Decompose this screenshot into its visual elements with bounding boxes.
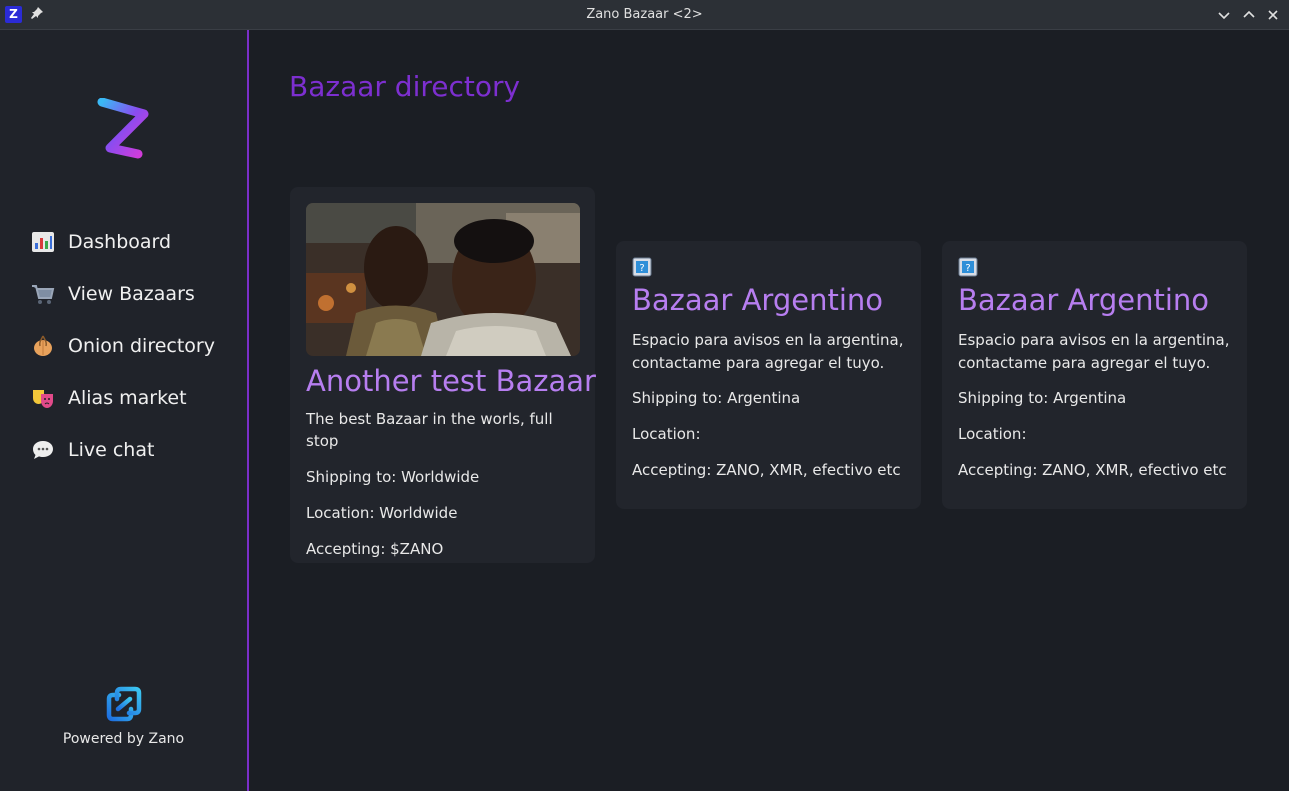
shopping-cart-icon xyxy=(30,281,56,307)
svg-text:?: ? xyxy=(965,263,970,274)
theater-masks-icon xyxy=(30,385,56,411)
sidebar: Dashboard View Bazaars Onion directory A… xyxy=(0,30,247,791)
sidebar-item-label: Onion directory xyxy=(68,335,215,357)
bazaar-shipping: Shipping to: Argentina xyxy=(958,389,1127,407)
page-title: Bazaar directory xyxy=(289,70,521,103)
broken-image-icon: ? xyxy=(958,257,978,277)
bazaar-description: Espacio para avisos en la argentina, con… xyxy=(632,331,904,372)
sidebar-item-view-bazaars[interactable]: View Bazaars xyxy=(30,268,240,320)
sidebar-item-label: Live chat xyxy=(68,439,155,461)
zano-chain-icon[interactable] xyxy=(105,685,143,723)
bazaar-accepting: Accepting: ZANO, XMR, efectivo etc xyxy=(958,461,1227,479)
bazaar-accepting: Accepting: ZANO, XMR, efectivo etc xyxy=(632,461,901,479)
bazaar-title[interactable]: Bazaar Argentino xyxy=(958,283,1231,317)
bazaar-location: Location: xyxy=(958,425,1027,443)
sidebar-item-label: Dashboard xyxy=(68,231,172,253)
bar-chart-icon xyxy=(30,229,56,255)
bazaar-accepting: Accepting: $ZANO xyxy=(306,540,444,558)
window-title: Zano Bazaar <2> xyxy=(586,7,703,22)
bazaar-card[interactable]: Another test Bazaar The best Bazaar in t… xyxy=(290,187,596,563)
bazaar-description: The best Bazaar in the worls, full stop xyxy=(306,410,553,450)
close-button[interactable] xyxy=(1263,5,1283,25)
svg-text:?: ? xyxy=(639,263,644,274)
zano-bazaar-logo[interactable] xyxy=(92,97,152,164)
bazaar-image xyxy=(306,203,580,356)
window-titlebar: Z Zano Bazaar <2> xyxy=(0,0,1289,30)
maximize-button[interactable] xyxy=(1239,5,1259,25)
bazaar-card[interactable]: ? Bazaar Argentino Espacio para avisos e… xyxy=(942,241,1247,509)
sidebar-item-onion-directory[interactable]: Onion directory xyxy=(30,320,240,372)
bazaar-title[interactable]: Bazaar Argentino xyxy=(632,283,905,317)
bazaar-card[interactable]: ? Bazaar Argentino Espacio para avisos e… xyxy=(616,241,921,509)
sidebar-item-label: View Bazaars xyxy=(68,283,195,305)
powered-by-zano: Powered by Zano xyxy=(0,685,247,747)
sidebar-nav: Dashboard View Bazaars Onion directory A… xyxy=(30,216,240,476)
bazaar-location: Location: xyxy=(632,425,701,443)
sidebar-item-live-chat[interactable]: Live chat xyxy=(30,424,240,476)
bazaar-shipping: Shipping to: Argentina xyxy=(632,389,801,407)
bazaar-location: Location: Worldwide xyxy=(306,504,458,522)
sidebar-item-label: Alias market xyxy=(68,387,187,409)
powered-by-label: Powered by Zano xyxy=(62,731,185,747)
broken-image-icon: ? xyxy=(632,257,652,277)
chevron-down-icon xyxy=(1218,12,1230,20)
bazaar-shipping: Shipping to: Worldwide xyxy=(306,468,480,486)
main-content: Bazaar directory Another test Bazaar The… xyxy=(249,30,1289,791)
minimize-button[interactable] xyxy=(1214,5,1234,25)
sidebar-item-alias-market[interactable]: Alias market xyxy=(30,372,240,424)
bazaar-title[interactable]: Another test Bazaar xyxy=(306,364,596,398)
chevron-up-icon xyxy=(1243,10,1255,18)
close-icon xyxy=(1268,10,1278,20)
onion-icon xyxy=(30,333,56,359)
sidebar-item-dashboard[interactable]: Dashboard xyxy=(30,216,240,268)
speech-bubble-icon xyxy=(30,437,56,463)
bazaar-description: Espacio para avisos en la argentina, con… xyxy=(958,331,1230,372)
